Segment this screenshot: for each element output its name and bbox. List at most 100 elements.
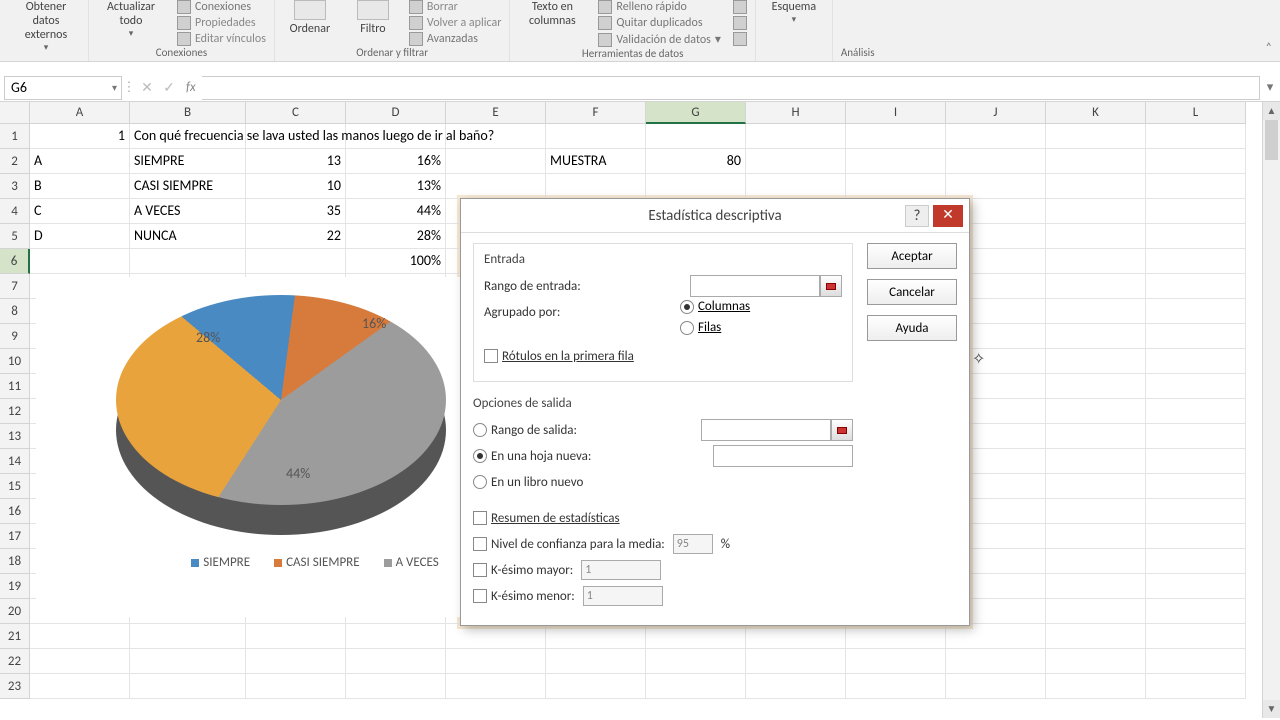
advanced-filter-item[interactable]: Avanzadas	[409, 32, 501, 46]
filter-button[interactable]: Filtro	[349, 0, 397, 36]
row-header-22[interactable]: 22	[0, 649, 30, 674]
cell-K11[interactable]	[1046, 374, 1146, 399]
get-external-data-button[interactable]: Obtener datos externos ▾	[12, 0, 80, 53]
cell-L4[interactable]	[1146, 199, 1246, 224]
scroll-down-icon[interactable]: ▼	[1263, 700, 1280, 718]
cell-L12[interactable]	[1146, 399, 1246, 424]
cell-K23[interactable]	[1046, 674, 1146, 699]
cell-D3[interactable]: 13%	[346, 174, 446, 199]
cell-H3[interactable]	[746, 174, 846, 199]
col-header-G[interactable]: G	[646, 102, 746, 124]
cell-L23[interactable]	[1146, 674, 1246, 699]
output-range-picker-icon[interactable]	[831, 419, 853, 441]
col-header-D[interactable]: D	[346, 102, 446, 124]
cell-L22[interactable]	[1146, 649, 1246, 674]
cell-K4[interactable]	[1046, 199, 1146, 224]
col-header-I[interactable]: I	[846, 102, 946, 124]
cell-H1[interactable]	[746, 124, 846, 149]
cell-K13[interactable]	[1046, 424, 1146, 449]
cell-G2[interactable]: 80	[646, 149, 746, 174]
cell-H22[interactable]	[746, 649, 846, 674]
columns-radio[interactable]: Columnas	[680, 299, 842, 314]
cell-D23[interactable]	[346, 674, 446, 699]
cell-G23[interactable]	[646, 674, 746, 699]
row-header-19[interactable]: 19	[0, 574, 30, 599]
collapse-ribbon-icon[interactable]: ˄	[1266, 41, 1272, 55]
col-header-B[interactable]: B	[130, 102, 246, 124]
cell-B22[interactable]	[130, 649, 246, 674]
cell-K20[interactable]	[1046, 599, 1146, 624]
confidence-value-field[interactable]	[673, 534, 713, 554]
row-header-4[interactable]: 4	[0, 199, 30, 224]
cell-B2[interactable]: SIEMPRE	[130, 149, 246, 174]
formula-input[interactable]	[202, 76, 1260, 100]
kth-largest-field[interactable]	[581, 560, 661, 580]
new-sheet-radio[interactable]: En una hoja nueva:	[473, 449, 591, 464]
cell-L10[interactable]	[1146, 349, 1246, 374]
cell-L2[interactable]	[1146, 149, 1246, 174]
row-header-11[interactable]: 11	[0, 374, 30, 399]
cell-L18[interactable]	[1146, 549, 1246, 574]
relations-item[interactable]	[733, 32, 747, 46]
cell-K1[interactable]	[1046, 124, 1146, 149]
cell-E23[interactable]	[446, 674, 546, 699]
cell-C5[interactable]: 22	[246, 224, 346, 249]
cell-K15[interactable]	[1046, 474, 1146, 499]
cell-C4[interactable]: 35	[246, 199, 346, 224]
cell-D5[interactable]: 28%	[346, 224, 446, 249]
cell-L11[interactable]	[1146, 374, 1246, 399]
whatif-item[interactable]	[733, 16, 747, 30]
cell-H2[interactable]	[746, 149, 846, 174]
col-header-J[interactable]: J	[946, 102, 1046, 124]
cancel-button[interactable]: Cancelar	[867, 279, 957, 305]
row-header-5[interactable]: 5	[0, 224, 30, 249]
text-to-columns-button[interactable]: Texto en columnas	[518, 0, 586, 28]
cell-C3[interactable]: 10	[246, 174, 346, 199]
cell-J22[interactable]	[946, 649, 1046, 674]
cell-K9[interactable]	[1046, 324, 1146, 349]
summary-stats-checkbox[interactable]: Resumen de estadísticas	[473, 511, 620, 526]
vertical-scrollbar[interactable]: ▲ ▼	[1262, 102, 1280, 718]
row-header-1[interactable]: 1	[0, 124, 30, 149]
cell-D2[interactable]: 16%	[346, 149, 446, 174]
cell-H21[interactable]	[746, 624, 846, 649]
cell-K3[interactable]	[1046, 174, 1146, 199]
cell-D21[interactable]	[346, 624, 446, 649]
col-header-K[interactable]: K	[1046, 102, 1146, 124]
row-header-10[interactable]: 10	[0, 349, 30, 374]
row-header-21[interactable]: 21	[0, 624, 30, 649]
col-header-C[interactable]: C	[246, 102, 346, 124]
row-header-17[interactable]: 17	[0, 524, 30, 549]
cell-L16[interactable]	[1146, 499, 1246, 524]
cell-B6[interactable]	[130, 249, 246, 274]
accept-button[interactable]: Aceptar	[867, 243, 957, 269]
cell-J21[interactable]	[946, 624, 1046, 649]
cell-G3[interactable]	[646, 174, 746, 199]
cell-L21[interactable]	[1146, 624, 1246, 649]
cell-K16[interactable]	[1046, 499, 1146, 524]
col-header-F[interactable]: F	[546, 102, 646, 124]
input-range-picker-icon[interactable]	[820, 275, 842, 297]
row-header-2[interactable]: 2	[0, 149, 30, 174]
cell-L8[interactable]	[1146, 299, 1246, 324]
cell-K14[interactable]	[1046, 449, 1146, 474]
cell-K19[interactable]	[1046, 574, 1146, 599]
cell-F1[interactable]	[546, 124, 646, 149]
data-validation-item[interactable]: Validación de datos ▾	[598, 32, 721, 47]
cell-D6[interactable]: 100%	[346, 249, 446, 274]
cell-E22[interactable]	[446, 649, 546, 674]
cell-B21[interactable]	[130, 624, 246, 649]
cell-E2[interactable]	[446, 149, 546, 174]
refresh-all-button[interactable]: Actualizar todo ▾	[97, 0, 165, 39]
cell-F21[interactable]	[546, 624, 646, 649]
row-header-15[interactable]: 15	[0, 474, 30, 499]
cell-D22[interactable]	[346, 649, 446, 674]
cell-E3[interactable]	[446, 174, 546, 199]
row-header-12[interactable]: 12	[0, 399, 30, 424]
cell-K5[interactable]	[1046, 224, 1146, 249]
row-header-16[interactable]: 16	[0, 499, 30, 524]
cell-K18[interactable]	[1046, 549, 1146, 574]
col-header-H[interactable]: H	[746, 102, 846, 124]
cell-F2[interactable]: MUESTRA	[546, 149, 646, 174]
row-header-3[interactable]: 3	[0, 174, 30, 199]
